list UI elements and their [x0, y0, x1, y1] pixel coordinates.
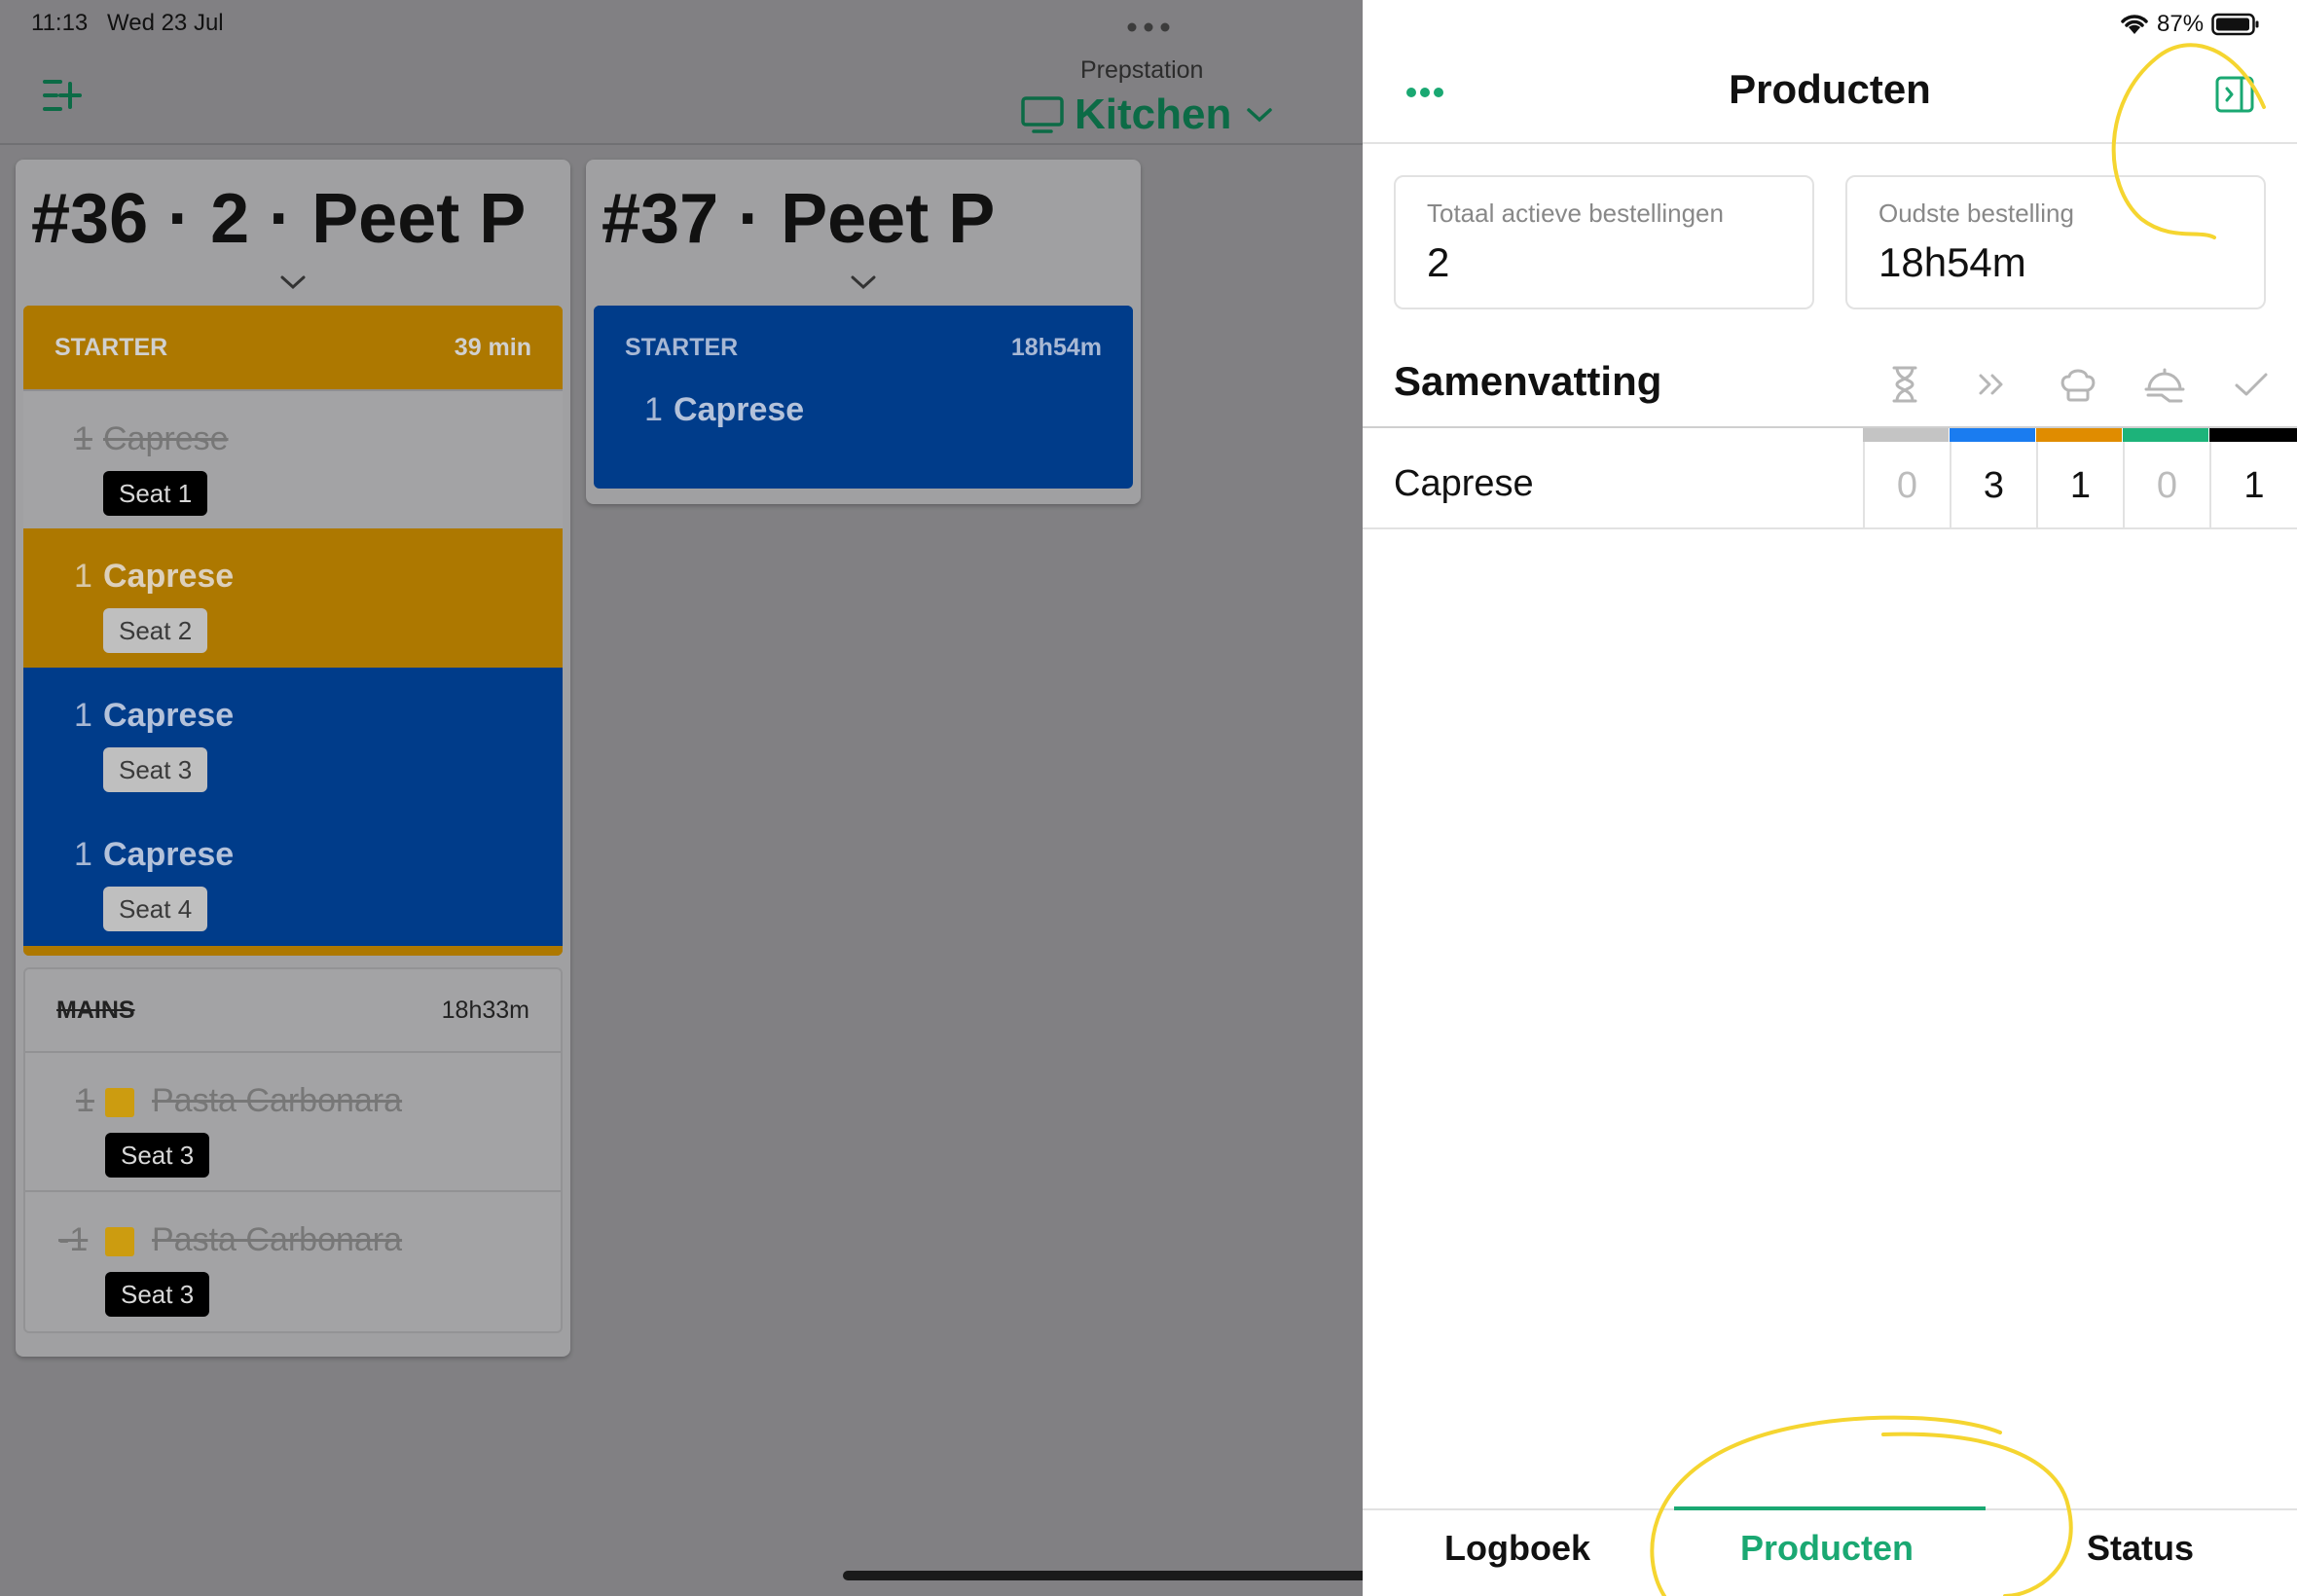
chevron-down-icon[interactable] [278, 273, 308, 296]
tab-logboek[interactable]: Logboek [1444, 1528, 1590, 1569]
row-divider [1363, 527, 2297, 529]
starter-course[interactable]: STARTER 18h54m 1 Caprese [594, 306, 1133, 489]
count-done: 1 [2209, 442, 2297, 529]
course-timer: 18h33m [441, 996, 529, 1024]
course-label: STARTER [625, 333, 739, 361]
count-preparing: 1 [2036, 442, 2123, 529]
tab-producten[interactable]: Producten [1740, 1528, 1914, 1569]
starter-course[interactable]: STARTER 39 min 1 Caprese Seat 1 1 Capres… [23, 306, 563, 956]
panel-title: Producten [1729, 66, 1931, 112]
collapse-sidebar-icon[interactable] [2215, 76, 2254, 113]
battery-icon [2211, 13, 2260, 36]
stat-label: Totaal actieve bestellingen [1427, 199, 1724, 228]
item-qty: 1 [76, 1082, 94, 1119]
order-item-preparing[interactable]: 1 Caprese Seat 2 [23, 528, 563, 668]
count-ready: 3 [1950, 442, 2036, 529]
order-title: #37 · Peet P [602, 180, 996, 258]
chef-hat-icon[interactable] [2054, 360, 2102, 409]
checkmark-icon[interactable] [2227, 360, 2276, 409]
column-color-bar-done [2209, 428, 2297, 442]
status-date: Wed 23 Jul [107, 10, 224, 36]
seat-badge: Seat 3 [105, 1272, 210, 1317]
order-item-ready[interactable]: 1 Caprese Seat 3 [23, 668, 563, 807]
stat-label: Oudste bestelling [1878, 199, 2074, 228]
hourglass-icon[interactable] [1880, 360, 1929, 409]
products-panel: 87% Producten Totaal actieve bestellinge… [1363, 0, 2297, 1596]
course-header: STARTER 39 min [23, 306, 563, 389]
stat-active-orders: Totaal actieve bestellingen 2 [1394, 175, 1814, 309]
seat-badge: Seat 3 [105, 1133, 210, 1178]
monitor-icon [1020, 95, 1065, 134]
forward-icon[interactable] [1967, 360, 2016, 409]
item-color-square [105, 1088, 134, 1117]
item-name: Caprese [103, 558, 235, 595]
order-item-done[interactable]: 1 Pasta Carbonara Seat 3 [25, 1053, 561, 1192]
item-qty: 1 [74, 558, 92, 595]
order-title: #36 · 2 · Peet P [31, 180, 527, 258]
seat-badge: Seat 4 [103, 887, 208, 931]
status-icons: 87% [2120, 10, 2260, 39]
column-color-bar-served [2123, 428, 2208, 442]
item-color-square [105, 1227, 134, 1256]
order-item-ready[interactable]: 1 Caprese Seat 4 [23, 807, 563, 946]
order-card-37[interactable]: #37 · Peet P STARTER 18h54m 1 Caprese [586, 160, 1141, 504]
product-name: Caprese [1394, 463, 1534, 504]
wifi-icon [2120, 13, 2149, 36]
battery-percent: 87% [2157, 11, 2205, 37]
count-served: 0 [2123, 442, 2209, 529]
item-name: Caprese [674, 391, 805, 428]
order-card-36[interactable]: #36 · 2 · Peet P STARTER 39 min 1 Capres… [16, 160, 570, 1357]
count-waiting: 0 [1863, 442, 1950, 529]
kitchen-display: 11:13 Wed 23 Jul Prepstation Kitchen #36… [0, 0, 1363, 1596]
header-divider [1363, 142, 2297, 144]
stat-value: 2 [1427, 239, 1450, 285]
seat-badge: Seat 1 [103, 471, 208, 516]
item-name: Caprese [103, 420, 229, 457]
item-name: Pasta Carbonara [152, 1221, 403, 1258]
stat-value: 18h54m [1878, 239, 2026, 285]
item-qty: 1 [74, 420, 92, 457]
order-item-done[interactable]: 1 Caprese Seat 1 [23, 389, 563, 528]
prepstation-label: Prepstation [1080, 56, 1204, 84]
active-tab-indicator [1674, 1506, 1986, 1510]
stat-oldest-order: Oudste bestelling 18h54m [1845, 175, 2266, 309]
course-timer: 18h54m [1010, 333, 1102, 361]
serving-cloche-icon[interactable] [2140, 360, 2189, 409]
item-qty: 1 [74, 697, 92, 734]
chevron-down-icon [1245, 105, 1274, 125]
order-item-done[interactable]: -1 Pasta Carbonara Seat 3 [25, 1192, 561, 1331]
add-filter-icon[interactable] [41, 76, 82, 115]
column-color-bar-ready [1950, 428, 2035, 442]
station-selector[interactable]: Kitchen [1020, 90, 1274, 140]
home-indicator[interactable] [843, 1571, 1363, 1580]
order-item-ready[interactable]: 1 Caprese [594, 389, 1133, 477]
course-label: STARTER [55, 333, 168, 361]
item-name: Caprese [103, 836, 235, 873]
course-timer: 39 min [454, 333, 531, 361]
status-time: 11:13 [31, 10, 89, 36]
item-name: Pasta Carbonara [152, 1082, 403, 1119]
station-name: Kitchen [1075, 91, 1232, 138]
course-bottom-bar [23, 946, 563, 956]
course-header: MAINS 18h33m [25, 969, 561, 1053]
item-qty: 1 [74, 836, 92, 873]
course-header: STARTER 18h54m [594, 306, 1133, 389]
multitask-dots-icon[interactable] [1127, 19, 1170, 32]
chevron-down-icon[interactable] [849, 273, 878, 296]
seat-badge: Seat 2 [103, 608, 208, 653]
seat-badge: Seat 3 [103, 747, 208, 792]
column-color-bar-waiting [1863, 428, 1949, 442]
item-qty: 1 [644, 391, 663, 428]
tab-status[interactable]: Status [2087, 1528, 2194, 1569]
mains-course[interactable]: MAINS 18h33m 1 Pasta Carbonara Seat 3 -1… [23, 967, 563, 1333]
item-qty: -1 [58, 1221, 89, 1258]
column-color-bar-preparing [2036, 428, 2122, 442]
course-label: MAINS [56, 996, 135, 1024]
item-name: Caprese [103, 697, 235, 734]
summary-title: Samenvatting [1394, 358, 1662, 404]
header-divider [0, 143, 1363, 145]
